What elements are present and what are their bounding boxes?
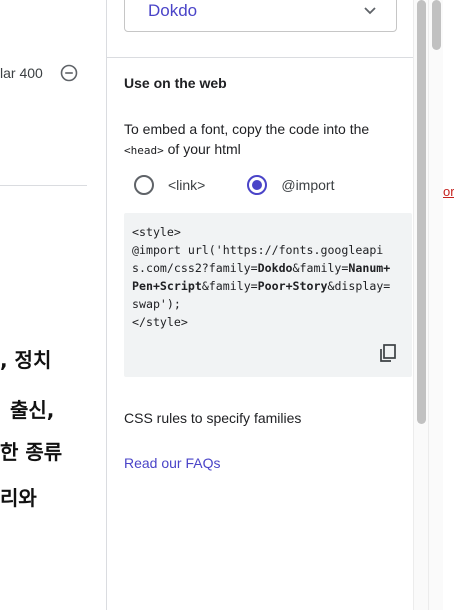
embed-instructions: To embed a font, copy the code into the …	[124, 119, 394, 161]
import-radio[interactable]	[247, 175, 268, 195]
page-scrollbar[interactable]	[428, 0, 443, 610]
code-family: Dokdo	[257, 261, 293, 275]
code-line: swap');	[132, 297, 181, 311]
selected-families-drawer: Dokdo Use on the web To embed a font, co…	[106, 0, 429, 610]
code-text: &family=	[292, 261, 349, 275]
link-radio[interactable]	[134, 175, 154, 195]
code-family: Nanum+	[348, 261, 391, 275]
korean-sample-line: 리와	[0, 486, 37, 510]
right-edge-link[interactable]: or	[443, 184, 454, 199]
chevron-down-icon	[364, 7, 376, 15]
font-select-value: Dokdo	[148, 1, 198, 20]
code-line: <style>	[132, 225, 181, 239]
import-radio-label[interactable]: @import	[281, 177, 334, 193]
head-tag-code: <head>	[124, 144, 164, 157]
korean-sample-line: 출신,	[10, 398, 55, 422]
style-label: lar 400	[0, 65, 43, 81]
code-line: @import url('https://fonts.googleapi	[132, 243, 384, 257]
embed-text-after: of your html	[163, 141, 241, 157]
code-family: Pen+Script	[132, 279, 202, 293]
embed-code-box: <style> @import url('https://fonts.googl…	[124, 213, 412, 377]
embed-text-before: To embed a font, copy the code into the	[124, 121, 370, 137]
copy-icon[interactable]	[378, 343, 398, 363]
code-family: Poor+Story	[257, 279, 328, 293]
drawer-scrollbar[interactable]	[413, 0, 428, 610]
background-page: lar 400 , 정치 출신, 한 종류 리와	[0, 0, 106, 610]
page-scroll-thumb[interactable]	[432, 0, 441, 50]
link-radio-label[interactable]: <link>	[168, 177, 205, 193]
background-page-right: or	[443, 0, 454, 610]
font-family-select[interactable]: Dokdo	[124, 0, 397, 32]
css-rules-heading: CSS rules to specify families	[124, 410, 302, 426]
divider	[0, 185, 87, 186]
code-text: &family=	[201, 279, 258, 293]
korean-sample-line: 한 종류	[0, 440, 63, 464]
divider	[107, 57, 429, 58]
section-title: Use on the web	[124, 75, 227, 91]
style-row: lar 400	[0, 62, 106, 84]
korean-sample-line: , 정치	[0, 348, 52, 372]
code-line: s.com/css2?family=	[132, 261, 258, 275]
faq-link[interactable]: Read our FAQs	[124, 455, 221, 471]
remove-circle-icon[interactable]	[60, 64, 78, 82]
embed-type-radio-group: <link> @import	[134, 174, 334, 196]
code-line: </style>	[132, 315, 188, 329]
drawer-scroll-thumb[interactable]	[417, 0, 426, 424]
embed-code[interactable]: <style> @import url('https://fonts.googl…	[132, 223, 408, 331]
code-text: &display=	[327, 279, 391, 293]
